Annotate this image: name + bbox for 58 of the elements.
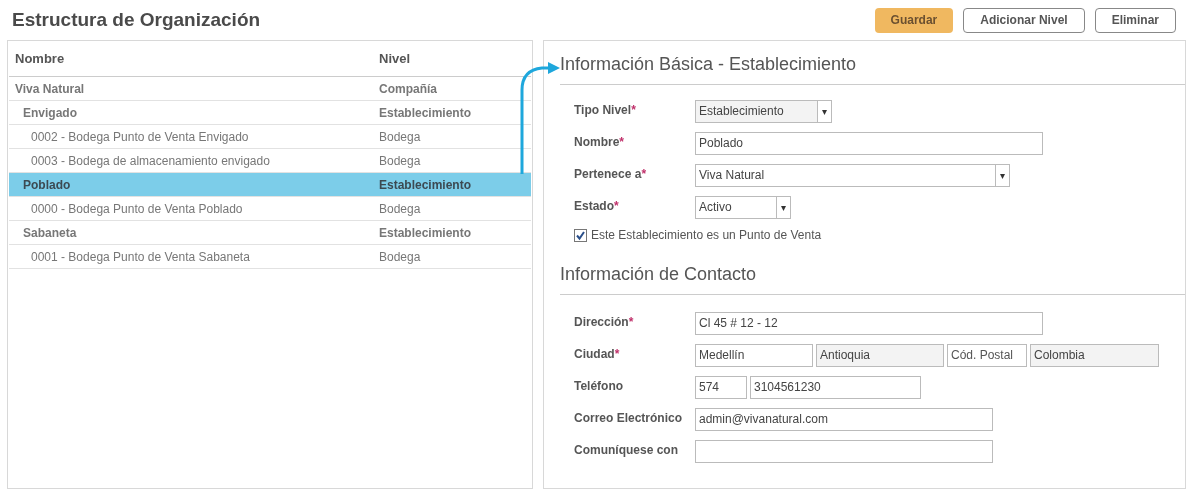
input-field[interactable]: Cl 45 # 12 - 12	[695, 311, 1043, 335]
required-mark: *	[641, 166, 647, 183]
tree-cell-text: Envigado	[22, 104, 78, 122]
tree-cell-text: Bodega	[379, 128, 422, 146]
toolbar-button[interactable]: Eliminar	[1094, 7, 1176, 33]
required-mark: *	[631, 102, 636, 119]
tree-cell-text: Establecimiento	[379, 176, 473, 194]
tree-row[interactable]: Viva Natural Compañía	[9, 77, 531, 101]
section-title: Información de Contacto	[560, 257, 1185, 295]
tree-row[interactable]: Envigado Establecimiento	[9, 101, 531, 125]
tree-cell-text: 0001 - Bodega Punto de Venta Sabaneta	[30, 248, 251, 266]
field-label: Ciudad	[574, 346, 615, 363]
dropdown[interactable]: Viva Natural ▾	[695, 163, 1010, 187]
field-label: Dirección	[574, 314, 629, 331]
tree-cell-text: 0002 - Bodega Punto de Venta Envigado	[30, 128, 250, 146]
required-mark: *	[614, 198, 619, 215]
dropdown[interactable]: Activo ▾	[695, 195, 791, 219]
input-field[interactable]	[695, 439, 993, 463]
field-label: Estado	[574, 198, 614, 215]
field-label: Nombre	[574, 134, 620, 151]
tree-cell-text: 0003 - Bodega de almacenamiento envigado	[30, 152, 271, 170]
tree-row[interactable]: 0001 - Bodega Punto de Venta Sabaneta Bodega	[9, 245, 531, 269]
tree-cell-text: Establecimiento	[379, 104, 473, 122]
tree-cell-text: Poblado	[22, 176, 72, 194]
toolbar-button[interactable]: Guardar	[874, 7, 954, 33]
tree-cell-text: 0000 - Bodega Punto de Venta Poblado	[30, 200, 244, 218]
field-label: Tipo Nivel	[574, 102, 632, 119]
tree-cell-text: Establecimiento	[379, 224, 473, 242]
tree-row[interactable]: Poblado Establecimiento	[9, 173, 531, 197]
field-label: Comuníquese con	[574, 442, 678, 459]
field-label: Teléfono	[574, 378, 624, 395]
tree-row[interactable]: Sabaneta Establecimiento	[9, 221, 531, 245]
required-mark: *	[614, 346, 620, 363]
tree-cell-text: Sabaneta	[22, 224, 78, 242]
toolbar-button[interactable]: Adicionar Nivel	[963, 7, 1085, 33]
tree-cell-text: Bodega	[379, 152, 422, 170]
input-field[interactable]: Medellín	[695, 343, 813, 367]
tree-cell-text: Bodega	[379, 200, 422, 218]
input-field[interactable]: Poblado	[695, 131, 1043, 155]
tree-row[interactable]: 0002 - Bodega Punto de Venta Envigado Bodega	[9, 125, 531, 149]
section-title: Información Básica - Establecimiento	[560, 41, 1185, 85]
tree-row[interactable]: 0000 - Bodega Punto de Venta Poblado Bodega	[9, 197, 531, 221]
column-header[interactable]: Nombre	[9, 49, 379, 69]
input-field[interactable]: admin@vivanatural.com	[695, 407, 993, 431]
column-header[interactable]: Nivel	[379, 49, 531, 69]
required-mark: *	[619, 134, 624, 151]
checkbox-label: Este Establecimiento es un Punto de Venta	[591, 227, 822, 244]
page-title: Estructura de Organización	[12, 7, 261, 32]
input-field[interactable]: 3104561230	[750, 375, 921, 399]
required-mark: *	[628, 314, 634, 331]
checkbox[interactable]	[574, 228, 587, 242]
tree-cell-text: Compañía	[379, 80, 438, 98]
field-label: Correo Electrónico	[574, 410, 683, 427]
input-field[interactable]: 574	[695, 375, 747, 399]
tree-cell-text: Bodega	[379, 248, 422, 266]
field-label: Pertenece a	[574, 166, 642, 183]
tree-cell-text: Viva Natural	[14, 80, 86, 98]
input-field[interactable]: Cód. Postal	[947, 343, 1027, 367]
